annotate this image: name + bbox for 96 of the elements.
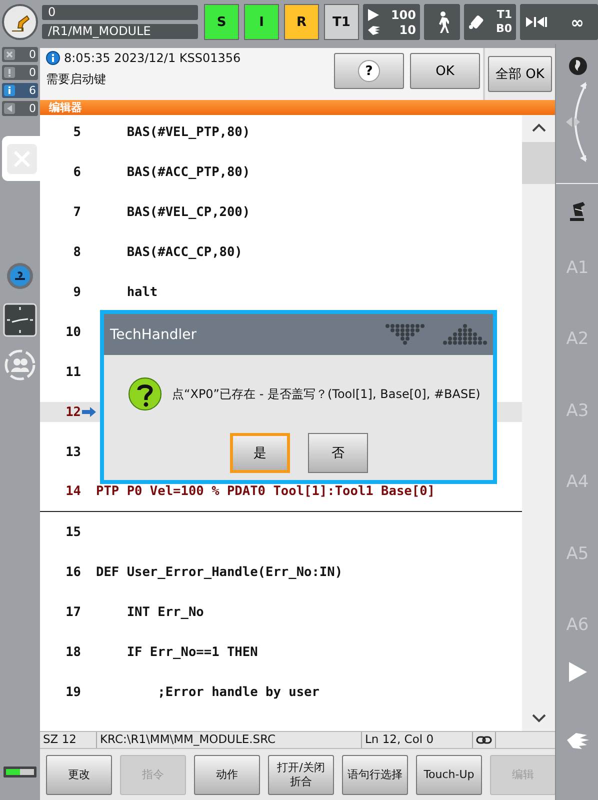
status-key[interactable]: R — [284, 4, 319, 40]
line-number: 15 — [64, 524, 81, 540]
all-ok-button[interactable]: 全部 OK — [488, 56, 552, 92]
line-number: 16 — [64, 564, 81, 580]
code-line[interactable]: ;Error handle by user — [96, 684, 320, 700]
code-line[interactable]: halt — [96, 284, 158, 300]
code-row[interactable]: 9 halt — [40, 272, 522, 312]
message-header: 8:05:35 2023/12/1 KSS01356 — [64, 51, 241, 65]
dot-pattern-icon — [441, 322, 489, 346]
code-row[interactable]: 8 BAS(#ACC_CP,80) — [40, 232, 522, 272]
code-row[interactable]: 19 ;Error handle by user — [40, 672, 522, 712]
dialog-message: 点“XP0”已存在 - 是否盖写？(Tool[1], Base[0], #BASE) — [172, 386, 480, 402]
line-number: 8 — [72, 244, 81, 260]
ok-button[interactable]: OK — [410, 53, 480, 89]
softkey-button[interactable]: 动作 — [194, 755, 260, 795]
counter-value: 0 — [29, 48, 36, 61]
increment-value: ∞ — [570, 12, 584, 32]
info-icon — [46, 51, 60, 65]
line-number: 6 — [72, 164, 81, 180]
code-row[interactable]: 15 — [40, 512, 522, 552]
code-row[interactable]: 6 BAS(#ACC_PTP,80) — [40, 152, 522, 192]
code-row[interactable]: 18 IF Err_No==1 THEN — [40, 632, 522, 672]
status-key[interactable]: I — [244, 4, 279, 40]
message-counter[interactable]: 0 — [2, 65, 38, 80]
line-number: 14 — [64, 484, 81, 499]
line-number: 5 — [72, 124, 81, 140]
code-row[interactable]: 7 BAS(#VEL_CP,200) — [40, 192, 522, 232]
line-number: 9 — [72, 284, 81, 300]
question-icon — [128, 377, 162, 411]
increment-display[interactable]: ∞ — [520, 4, 598, 40]
message-text: 需要启动键 — [46, 71, 107, 88]
globe-icon[interactable] — [568, 56, 588, 76]
battery-icon — [3, 766, 37, 778]
line-number: 17 — [64, 604, 81, 620]
arrow-icon — [82, 407, 96, 417]
tool-label: T1 — [496, 8, 512, 22]
message-counter[interactable]: 0 — [2, 101, 38, 116]
tool-base-display[interactable]: T1 B0 — [464, 4, 516, 40]
scrollbar-thumb[interactable] — [522, 142, 555, 184]
jog-override-value: 10 — [399, 22, 416, 36]
cursor-position: Ln 12, Col 0 — [362, 732, 473, 748]
program-override-value: 100 — [390, 8, 416, 22]
dialog-button[interactable]: 是 — [230, 433, 290, 473]
wait-message-icon — [4, 103, 15, 114]
code-row[interactable]: 5 BAS(#VEL_PTP,80) — [40, 115, 522, 152]
jog-mode-button[interactable] — [424, 4, 460, 40]
code-line[interactable]: IF Err_No==1 THEN — [96, 644, 258, 660]
file-path: KRC:\R1\MM\MM_MODULE.SRC — [97, 732, 362, 748]
counter-value: 6 — [29, 84, 36, 97]
line-number: 18 — [64, 644, 81, 660]
code-line[interactable]: DEF User_Error_Handle(Err_No:IN) — [96, 564, 343, 580]
hand-icon[interactable] — [566, 731, 590, 751]
status-key[interactable]: S — [204, 4, 239, 40]
play-icon[interactable] — [568, 661, 588, 683]
info-message-icon — [4, 85, 15, 96]
robot-menu-button[interactable] — [2, 4, 38, 40]
increment-arrows-icon — [526, 16, 550, 28]
softkey-button[interactable]: 语句行选择 — [342, 755, 408, 795]
line-number: 7 — [72, 204, 81, 220]
help-button[interactable]: ? — [334, 53, 404, 89]
message-counter[interactable]: 6 — [2, 83, 38, 98]
program-status-field: 0 — [42, 5, 198, 20]
softkey-button[interactable]: 打开/关闭折合 — [268, 755, 334, 795]
override-display[interactable]: 100 10 — [363, 4, 420, 40]
code-row[interactable]: 17 INT Err_No — [40, 592, 522, 632]
line-number: 12 — [64, 404, 81, 420]
softkey-button[interactable]: Touch-Up — [416, 755, 482, 795]
code-line[interactable]: BAS(#VEL_CP,200) — [96, 204, 250, 220]
scroll-up-icon[interactable] — [532, 123, 546, 132]
link-icon — [476, 736, 492, 744]
scroll-down-icon[interactable] — [532, 714, 546, 723]
counter-value: 0 — [29, 102, 36, 115]
code-line[interactable]: INT Err_No — [96, 604, 204, 620]
program-path-field: /R1/MM_MODULE — [42, 24, 198, 39]
hand-icon — [367, 24, 381, 36]
counter-value: 0 — [29, 66, 36, 79]
row-indicator: SZ 12 — [40, 732, 97, 748]
base-label: B0 — [496, 22, 512, 36]
warning-message-icon — [4, 67, 15, 78]
code-line[interactable]: BAS(#ACC_PTP,80) — [96, 164, 250, 180]
play-icon — [367, 8, 379, 20]
clock-icon[interactable] — [3, 303, 37, 337]
code-line[interactable]: BAS(#ACC_CP,80) — [96, 244, 242, 260]
dialog-title: TechHandler — [110, 326, 196, 342]
message-counter[interactable]: 0 — [2, 47, 38, 62]
status-key[interactable]: T1 — [324, 4, 359, 40]
code-row[interactable]: 16 DEF User_Error_Handle(Err_No:IN) — [40, 552, 522, 592]
line-number: 11 — [64, 364, 81, 380]
settings-icon[interactable] — [5, 261, 35, 291]
acknowledge-message-icon — [4, 49, 15, 60]
dialog-button[interactable]: 否 — [308, 433, 368, 473]
line-number: 19 — [64, 684, 81, 700]
softkey-button[interactable]: 更改 — [46, 755, 112, 795]
editor-title-bar: 编辑器 — [40, 100, 555, 115]
code-line[interactable]: PTP P0 Vel=100 % PDAT0 Tool[1]:Tool1 Base[0] — [96, 484, 435, 499]
code-line[interactable]: BAS(#VEL_PTP,80) — [96, 124, 250, 140]
